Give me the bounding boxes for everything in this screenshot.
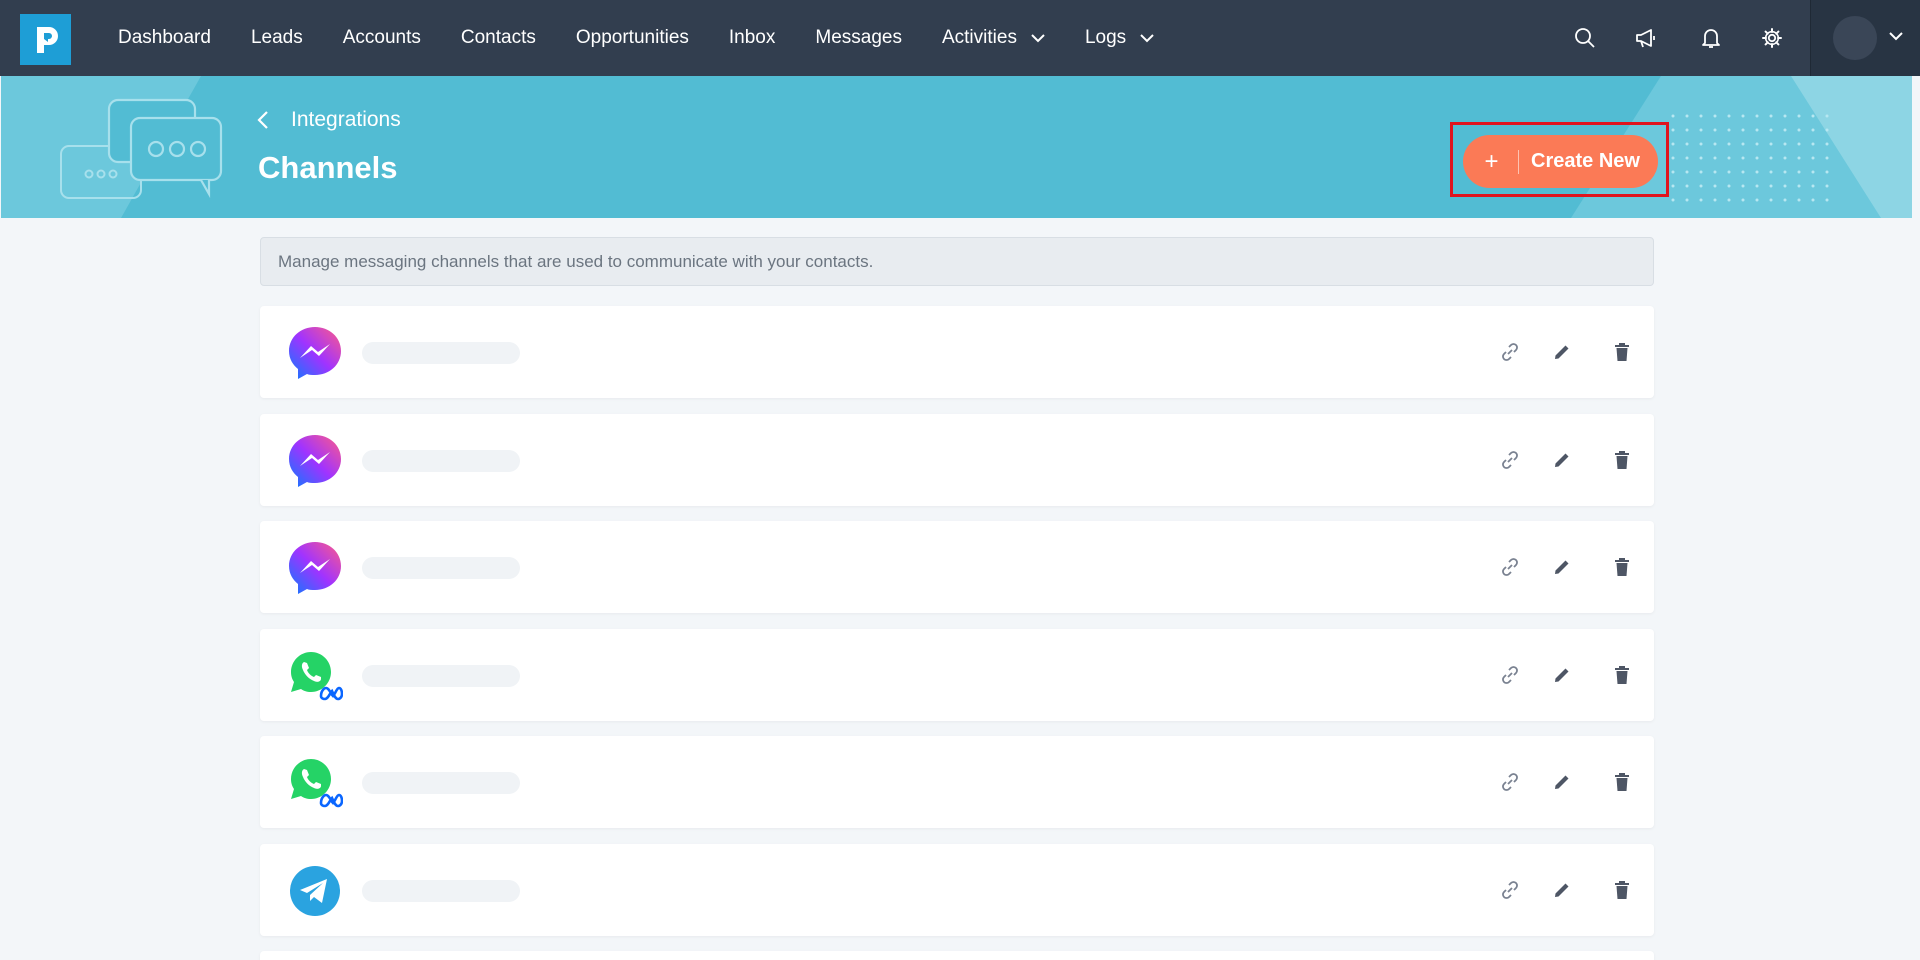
info-text: Manage messaging channels that are used … xyxy=(278,251,874,271)
bell-icon[interactable] xyxy=(1697,24,1725,52)
nav-item-label: Messages xyxy=(815,27,902,48)
nav-item-inbox[interactable]: Inbox xyxy=(709,0,795,76)
channel-row[interactable] xyxy=(260,844,1654,936)
nav-item-label: Accounts xyxy=(342,27,421,48)
nav-item-label: Contacts xyxy=(460,27,536,48)
channel-row[interactable] xyxy=(260,736,1654,828)
chat-bubbles-illustration xyxy=(1,76,223,218)
gear-icon[interactable] xyxy=(1758,24,1786,52)
channel-row[interactable] xyxy=(260,629,1654,721)
search-icon[interactable] xyxy=(1571,24,1599,52)
trash-icon[interactable] xyxy=(1608,768,1636,796)
edit-icon[interactable] xyxy=(1548,876,1576,904)
trash-icon[interactable] xyxy=(1608,446,1636,474)
nav-item-label: Activities xyxy=(941,27,1017,48)
page-title: Channels xyxy=(258,150,398,185)
link-icon[interactable] xyxy=(1496,876,1524,904)
edit-icon[interactable] xyxy=(1548,768,1576,796)
nav-item-activities[interactable]: Activities xyxy=(922,0,1065,76)
nav-item-label: Logs xyxy=(1084,27,1127,48)
nav-item-accounts[interactable]: Accounts xyxy=(323,0,441,76)
channel-name-placeholder xyxy=(362,557,520,579)
channel-row[interactable] xyxy=(260,414,1654,506)
trash-icon[interactable] xyxy=(1608,553,1636,581)
edit-icon[interactable] xyxy=(1548,446,1576,474)
plus-icon: + xyxy=(1471,149,1519,174)
nav-item-contacts[interactable]: Contacts xyxy=(441,0,556,76)
messenger-icon xyxy=(289,327,341,379)
messenger-icon xyxy=(289,435,341,487)
top-navigation: Dashboard Leads Accounts Contacts Opport… xyxy=(0,0,1920,76)
channel-row[interactable] xyxy=(260,306,1654,398)
channel-name-placeholder xyxy=(362,342,520,364)
trash-icon[interactable] xyxy=(1608,876,1636,904)
whatsapp-icon xyxy=(291,652,343,701)
whatsapp-icon xyxy=(291,759,343,808)
channel-name-placeholder xyxy=(362,450,520,472)
nav-item-messages[interactable]: Messages xyxy=(795,0,922,76)
nav-item-logs[interactable]: Logs xyxy=(1065,0,1174,76)
info-banner: Manage messaging channels that are used … xyxy=(260,237,1654,286)
nav-item-dashboard[interactable]: Dashboard xyxy=(98,0,231,76)
back-link-label: Integrations xyxy=(291,108,401,131)
messenger-icon xyxy=(289,542,341,594)
link-icon[interactable] xyxy=(1496,768,1524,796)
channel-name-placeholder xyxy=(362,880,520,902)
edit-icon[interactable] xyxy=(1548,553,1576,581)
nav-item-label: Opportunities xyxy=(575,27,689,48)
create-new-button[interactable]: + Create New xyxy=(1463,135,1658,188)
chevron-down-icon xyxy=(1889,28,1903,46)
link-icon[interactable] xyxy=(1496,338,1524,366)
channel-name-placeholder xyxy=(362,665,520,687)
logo-icon xyxy=(36,26,58,53)
back-link-integrations[interactable]: Integrations xyxy=(257,108,401,132)
channel-row[interactable] xyxy=(260,951,1654,960)
megaphone-icon[interactable] xyxy=(1632,24,1660,52)
channel-row[interactable] xyxy=(260,521,1654,613)
channel-name-placeholder xyxy=(362,772,520,794)
create-new-label: Create New xyxy=(1531,150,1640,172)
chevron-left-icon xyxy=(257,111,268,129)
link-icon[interactable] xyxy=(1496,553,1524,581)
trash-icon[interactable] xyxy=(1608,338,1636,366)
nav-item-label: Inbox xyxy=(728,27,776,48)
profile-menu[interactable] xyxy=(1810,0,1920,76)
link-icon[interactable] xyxy=(1496,446,1524,474)
nav-item-label: Leads xyxy=(250,27,303,48)
link-icon[interactable] xyxy=(1496,661,1524,689)
avatar xyxy=(1833,16,1877,60)
edit-icon[interactable] xyxy=(1548,661,1576,689)
chevron-down-icon xyxy=(1140,33,1154,43)
nav-item-leads[interactable]: Leads xyxy=(231,0,323,76)
app-logo[interactable] xyxy=(20,14,71,65)
trash-icon[interactable] xyxy=(1608,661,1636,689)
nav-item-label: Dashboard xyxy=(118,27,211,48)
nav-menu: Dashboard Leads Accounts Contacts Opport… xyxy=(98,0,1174,76)
chevron-down-icon xyxy=(1031,33,1045,43)
telegram-icon xyxy=(290,866,340,916)
nav-item-opportunities[interactable]: Opportunities xyxy=(556,0,709,76)
edit-icon[interactable] xyxy=(1548,338,1576,366)
